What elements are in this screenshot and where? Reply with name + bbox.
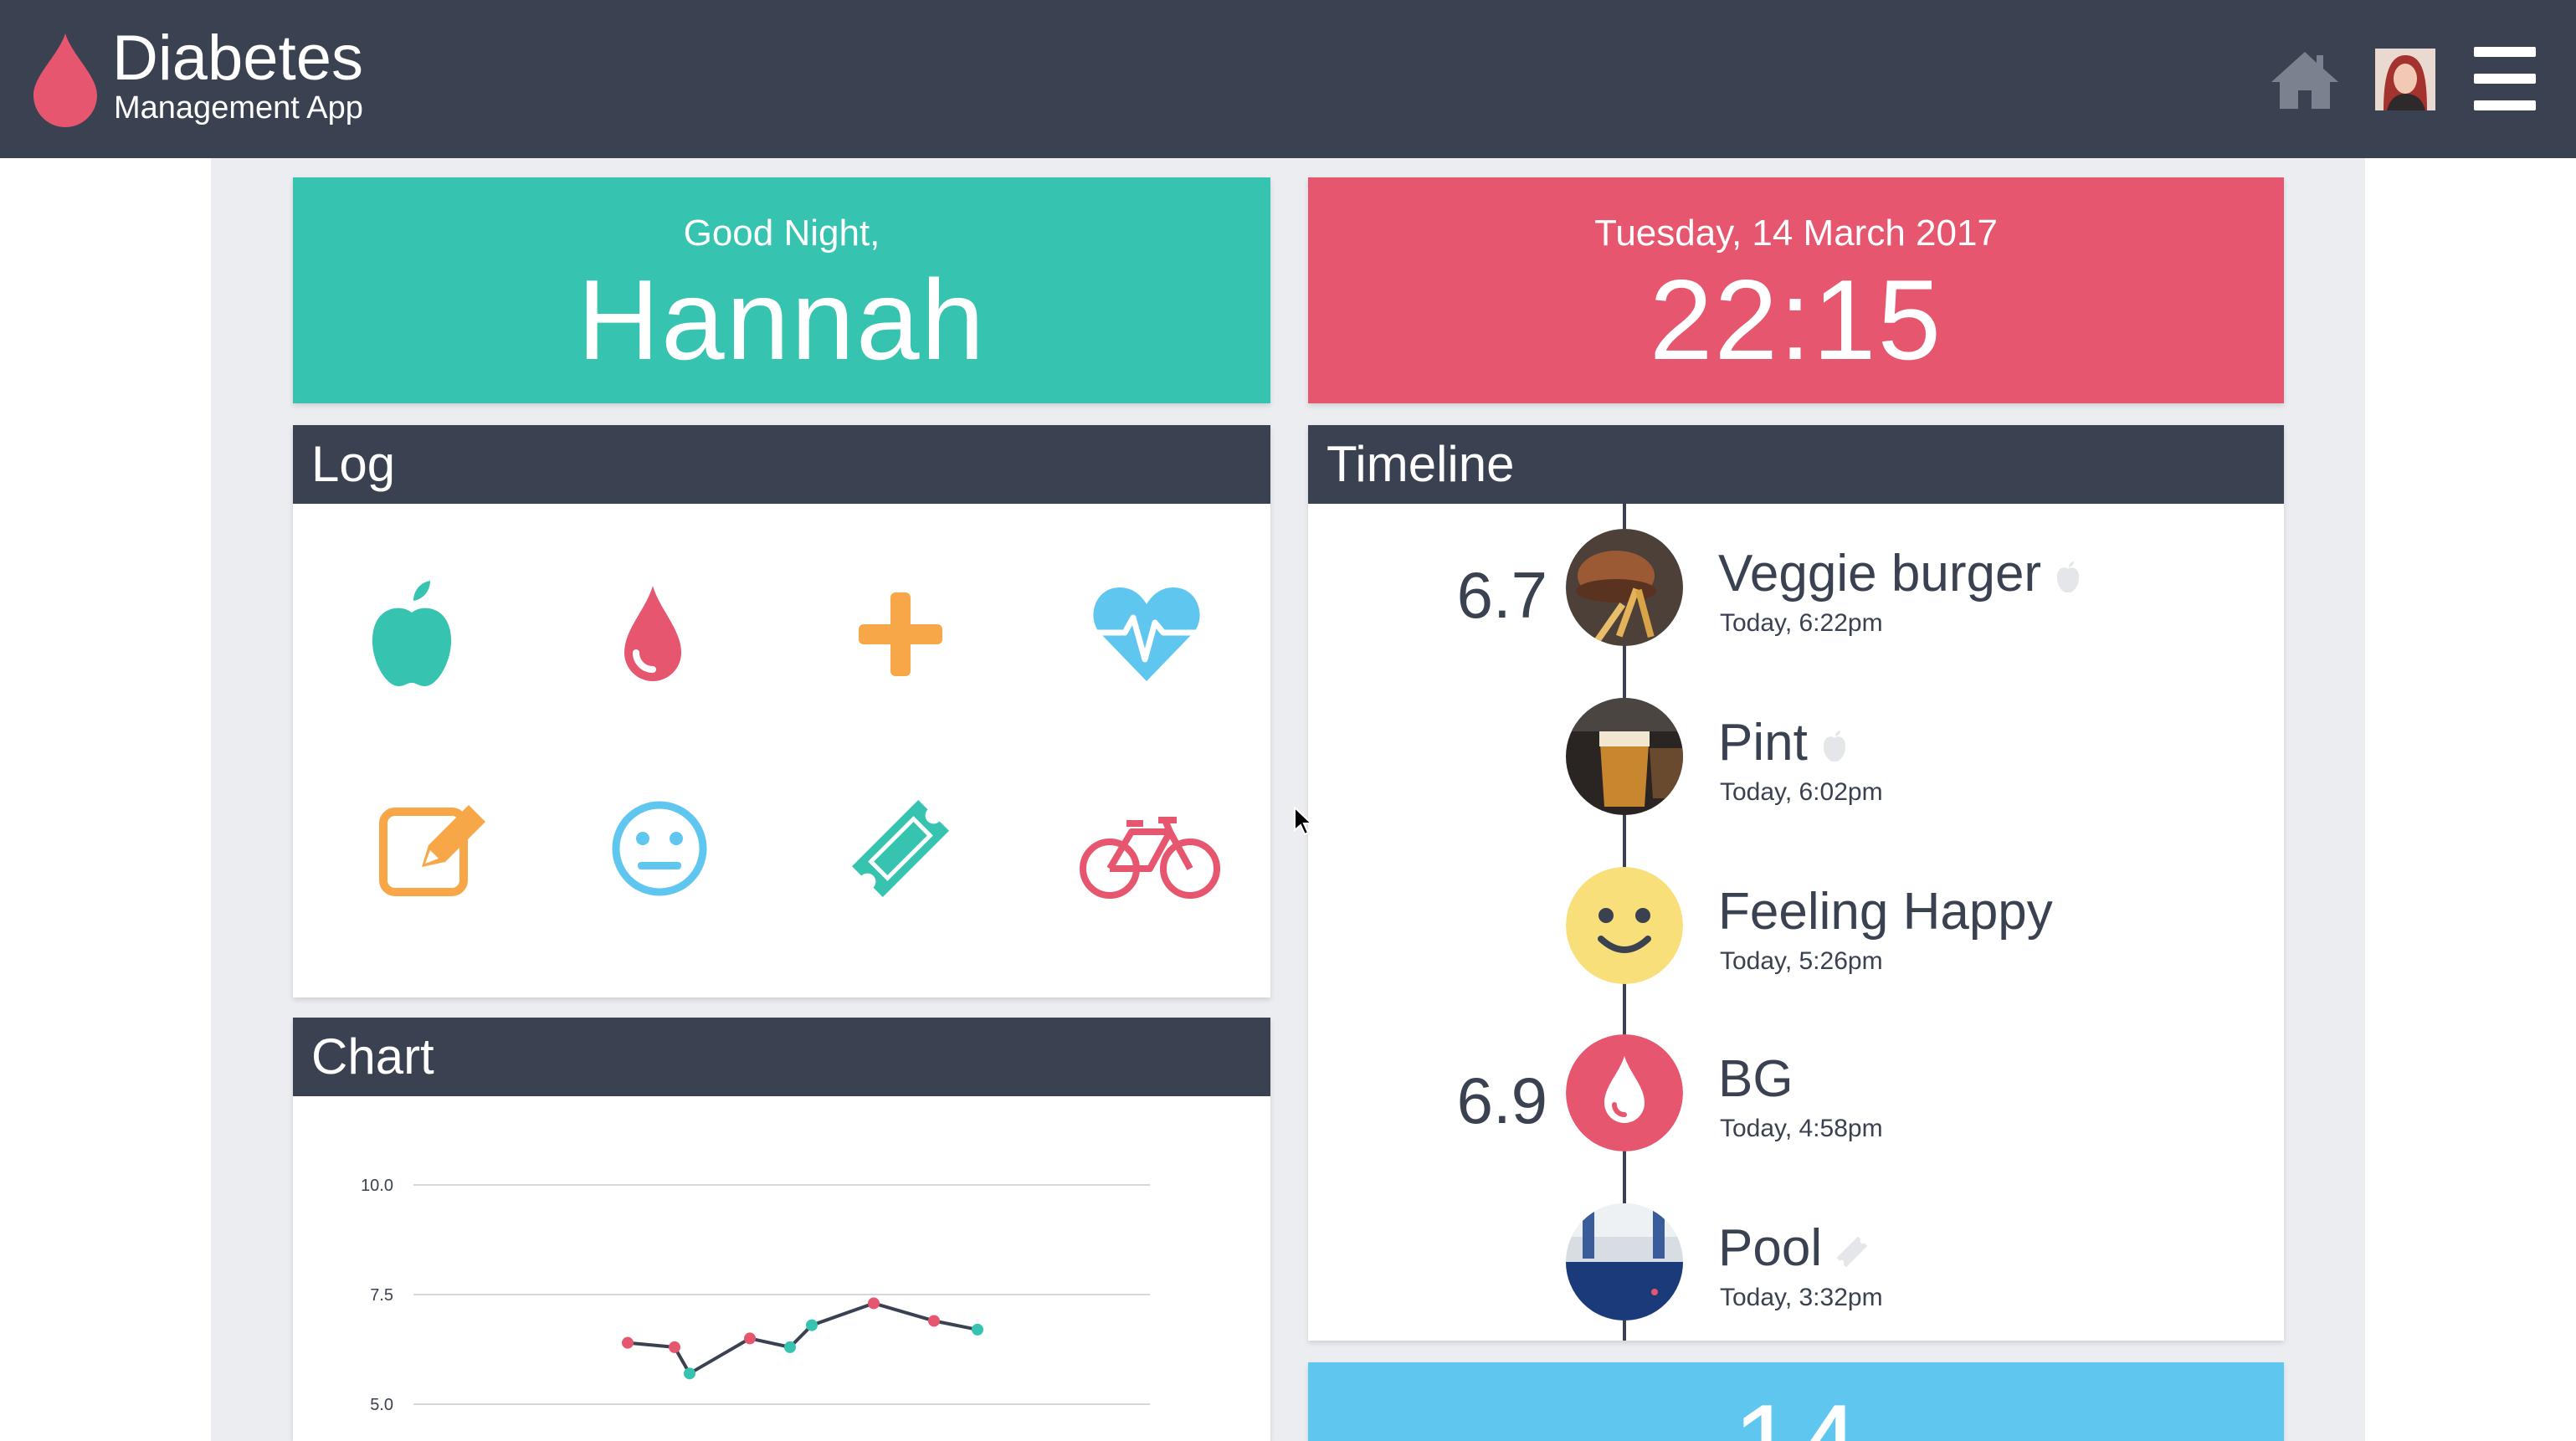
greeting-salutation: Good Night, — [683, 213, 880, 254]
current-time: 22:15 — [1649, 256, 1943, 383]
timeline-item-time: Today, 5:26pm — [1720, 947, 1883, 975]
chart-panel: Chart 10.0 7.5 5.0 — [293, 1018, 1270, 1441]
chart-data-point[interactable] — [928, 1315, 940, 1327]
timeline-title: Timeline — [1308, 425, 2284, 504]
blood-drop-icon — [33, 33, 97, 127]
greeting-card: Good Night, Hannah — [293, 177, 1270, 403]
top-bar: Diabetes Management App — [0, 0, 2576, 158]
app-title: Diabetes — [112, 23, 363, 94]
ticket-icon — [1836, 1236, 1868, 1268]
mouse-cursor-icon — [1294, 807, 1312, 835]
timeline-item[interactable]: 6.9 BG Today, 4:58pm — [1308, 1034, 2284, 1160]
burger-thumbnail — [1566, 529, 1683, 646]
timeline-item-time: Today, 6:02pm — [1720, 778, 1883, 806]
timeline-item[interactable]: Feeling Happy Today, 5:26pm — [1308, 867, 2284, 992]
timeline-item-title: Pint — [1718, 713, 1848, 772]
chart-data-point[interactable] — [972, 1323, 983, 1336]
chart-y-tick-label: 7.5 — [370, 1286, 393, 1305]
stats-card: 14 — [1308, 1362, 2284, 1441]
pool-thumbnail — [1566, 1203, 1683, 1320]
timeline-item-title: Feeling Happy — [1718, 883, 2053, 941]
apple-icon — [2056, 561, 2080, 592]
ticket-icon[interactable] — [842, 790, 959, 907]
timeline-item-title: BG — [1718, 1050, 1793, 1108]
chart-y-tick-label: 10.0 — [361, 1177, 393, 1195]
timeline-panel: Timeline 6.7 Veggie burger Today, 6:22pm — [1308, 425, 2284, 1341]
apple-icon[interactable] — [353, 576, 470, 693]
apple-icon — [1823, 730, 1845, 762]
bicycle-icon[interactable] — [1076, 790, 1224, 907]
chart-series-line — [627, 1301, 978, 1376]
chart-data-point[interactable] — [744, 1332, 756, 1345]
avatar-photo — [2375, 49, 2435, 110]
home-icon[interactable] — [2270, 49, 2340, 110]
chart-data-point[interactable] — [806, 1319, 818, 1331]
chart-data-point[interactable] — [622, 1336, 634, 1349]
pint-thumbnail — [1566, 698, 1683, 815]
heartbeat-icon[interactable] — [1088, 576, 1205, 693]
timeline-item-time: Today, 6:22pm — [1720, 609, 1883, 637]
timeline-item[interactable]: 6.7 Veggie burger Today, 6:22pm — [1308, 529, 2284, 654]
chart-data-point[interactable] — [684, 1367, 695, 1380]
chart-y-tick-label: 5.0 — [370, 1396, 393, 1414]
log-panel: Log — [293, 425, 1270, 997]
timeline-item-value: 6.7 — [1456, 558, 1547, 632]
user-avatar[interactable] — [2375, 49, 2435, 110]
chart-data-point[interactable] — [669, 1341, 680, 1353]
edit-note-icon[interactable] — [377, 790, 494, 907]
greeting-name: Hannah — [577, 256, 987, 383]
timeline-item[interactable]: Pint Today, 6:02pm — [1308, 698, 2284, 823]
blood-drop-icon[interactable] — [594, 576, 711, 693]
blood-drop-icon — [1566, 1034, 1683, 1151]
app-subtitle: Management App — [114, 90, 363, 126]
neutral-face-icon[interactable] — [601, 790, 718, 907]
glucose-line-chart: 10.0 7.5 5.0 — [361, 1177, 1150, 1414]
log-title: Log — [293, 425, 1270, 504]
chart-data-point[interactable] — [868, 1297, 880, 1310]
timeline-item-time: Today, 3:32pm — [1720, 1284, 1883, 1311]
timeline-item-title: Veggie burger — [1718, 544, 2081, 603]
datetime-card: Tuesday, 14 March 2017 22:15 — [1308, 177, 2284, 403]
happy-face-icon — [1566, 867, 1683, 984]
timeline-item-value: 6.9 — [1456, 1064, 1547, 1137]
plus-icon[interactable] — [842, 576, 959, 693]
timeline-item-title: Pool — [1718, 1218, 1869, 1278]
chart-title: Chart — [293, 1018, 1270, 1096]
current-date: Tuesday, 14 March 2017 — [1594, 213, 1998, 254]
timeline-item[interactable]: Pool Today, 3:32pm — [1308, 1203, 2284, 1329]
chart-data-point[interactable] — [784, 1341, 796, 1353]
timeline-item-time: Today, 4:58pm — [1720, 1115, 1883, 1142]
stats-value: 14 — [1308, 1379, 2284, 1441]
hamburger-menu-icon[interactable] — [2474, 47, 2536, 110]
